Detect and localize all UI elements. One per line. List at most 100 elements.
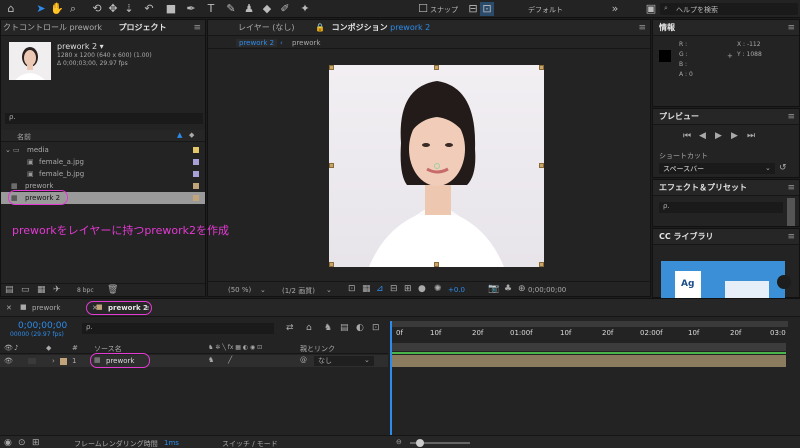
panel-menu-icon[interactable]: ≡ [787, 180, 795, 196]
new-composition-icon[interactable]: ▦ [37, 285, 46, 295]
bit-depth-label[interactable]: 8 bpc [77, 287, 94, 294]
trash-icon[interactable]: 🗑 [107, 285, 118, 295]
region-of-interest-icon[interactable]: ⊟ [390, 284, 398, 294]
libraries-title[interactable]: CC ライブラリ [659, 232, 714, 241]
preview-comp-name[interactable]: prework 2 ▾ [57, 42, 104, 51]
prev-frame-icon[interactable]: ◀ [699, 131, 706, 141]
table-row[interactable]: 👁 › 1 ▦ prework ♞ ╱ @ なし ⌄ [0, 353, 388, 368]
effects-search-input[interactable]: ρ. [659, 202, 783, 213]
panel-menu-icon[interactable]: ≡ [787, 109, 795, 125]
zoom-out-icon[interactable]: ⊖ [396, 438, 402, 446]
label-tag-icon[interactable]: ◆ [189, 131, 194, 139]
breadcrumb-item[interactable]: prework [292, 39, 320, 47]
transparency-grid-icon[interactable]: ▦ [362, 284, 371, 294]
graph-editor-icon[interactable]: ⊡ [372, 323, 380, 333]
adjustment-icon[interactable]: ✈ [53, 285, 61, 295]
pan-camera-icon[interactable]: ✥ [106, 2, 120, 16]
color-channel-icon[interactable]: ● [418, 284, 426, 294]
collapse-switch-icon[interactable]: ♞ [208, 356, 214, 364]
chevron-down-icon[interactable]: ⌄ [326, 286, 332, 294]
mask-visibility-icon[interactable]: ⊿ [376, 284, 384, 294]
snapshot-camera-icon[interactable]: 📷 [488, 284, 499, 294]
label-color-swatch[interactable] [193, 183, 199, 189]
roto-brush-icon[interactable]: ✐ [278, 2, 292, 16]
first-frame-icon[interactable]: ⏮ [683, 131, 691, 141]
transform-handle[interactable] [434, 65, 439, 70]
show-snapshot-icon[interactable]: ♣ [504, 284, 512, 294]
snap-options-icon[interactable]: ⊟ [466, 2, 480, 16]
rectangle-tool-icon[interactable]: ■ [164, 2, 178, 16]
transform-handle[interactable] [329, 163, 334, 168]
label-color-swatch[interactable] [193, 195, 199, 201]
fast-preview-icon[interactable]: ⊡ [348, 284, 356, 294]
type-tool-icon[interactable]: T [204, 2, 218, 16]
tab-effect-controls[interactable]: クトコントロール prework [3, 23, 102, 32]
eye-icon[interactable]: 👁 [4, 344, 13, 352]
list-item[interactable]: ▣ female_b.jpg [1, 168, 205, 180]
pen-tool-icon[interactable]: ✒ [184, 2, 198, 16]
transform-handle[interactable] [539, 65, 544, 70]
tab-composition-name[interactable]: prework 2 [390, 23, 430, 32]
shortcut-select[interactable]: スペースバー ⌄ [659, 163, 775, 174]
transform-handle[interactable] [329, 65, 334, 70]
home-icon[interactable]: ⌂ [4, 2, 18, 16]
exposure-icon[interactable]: ✺ [434, 284, 442, 294]
disclosure-triangle-icon[interactable]: › [52, 357, 55, 365]
draft-3d-icon[interactable]: ⌂ [306, 323, 312, 333]
reset-preview-icon[interactable]: ↺ [779, 163, 787, 173]
show-channel-icon[interactable]: ⊕ [518, 284, 526, 294]
visibility-eye-icon[interactable]: 👁 [4, 357, 13, 365]
lock-icon[interactable]: 🔒 [315, 23, 325, 32]
transform-handle[interactable] [329, 262, 334, 267]
next-frame-icon[interactable]: ▶ [731, 131, 738, 141]
comp-mini-flowchart-icon[interactable]: ⇄ [286, 323, 294, 333]
panel-menu-icon[interactable]: ≡ [787, 229, 795, 245]
play-icon[interactable]: ▶ [715, 131, 722, 141]
panel-menu-icon[interactable]: ≡ [787, 20, 795, 36]
snap-checkbox-icon[interactable]: ☐ [416, 2, 430, 16]
selection-tool-icon[interactable]: ➤ [34, 2, 48, 16]
layer-duration-bar[interactable] [390, 355, 786, 367]
zoom-select[interactable]: (50 %) [228, 286, 251, 294]
hand-tool-icon[interactable]: ✋ [50, 2, 64, 16]
last-frame-icon[interactable]: ⏭ [747, 131, 755, 141]
tab-composition[interactable]: コンポジション [332, 23, 388, 32]
grid-guides-icon[interactable]: ⊞ [404, 284, 412, 294]
solo-toggle[interactable] [28, 358, 36, 364]
in-out-icon[interactable]: ⊞ [32, 438, 40, 448]
pickwhip-icon[interactable]: @ [300, 356, 307, 364]
quality-switch-icon[interactable]: ╱ [228, 356, 232, 364]
motion-blur-icon[interactable]: ◐ [356, 323, 364, 333]
workspace-menu-icon[interactable]: » [608, 2, 622, 16]
user-avatar[interactable] [777, 275, 791, 289]
eraser-tool-icon[interactable]: ◆ [260, 2, 274, 16]
time-ruler[interactable]: 0f 10f 20f 01:00f 10f 20f 02:00f 10f 20f… [390, 327, 788, 341]
brush-tool-icon[interactable]: ✎ [224, 2, 238, 16]
interpret-footage-icon[interactable]: ▤ [5, 285, 14, 295]
tab-timeline-prework[interactable]: prework [32, 304, 60, 312]
transform-handle[interactable] [434, 262, 439, 267]
project-search-input[interactable]: ρ. [5, 113, 203, 124]
help-search-input[interactable]: ⌕ ヘルプを検索 [660, 3, 798, 15]
tab-project[interactable]: プロジェクト [119, 23, 167, 32]
list-item[interactable]: ▣ female_a.jpg [1, 156, 205, 168]
transfer-controls-icon[interactable]: ⊙ [18, 438, 26, 448]
puppet-pin-icon[interactable]: ✦ [298, 2, 312, 16]
clone-stamp-icon[interactable]: ♟ [242, 2, 256, 16]
exposure-value[interactable]: +0.0 [448, 286, 465, 294]
shy-layers-icon[interactable]: ♞ [324, 323, 332, 333]
snap-grid-icon[interactable]: ⊡ [480, 2, 494, 16]
effects-title[interactable]: エフェクト＆プリセット [659, 183, 747, 192]
breadcrumb-item[interactable]: prework 2 [236, 39, 278, 47]
chevron-down-icon[interactable]: ⌄ [260, 286, 266, 294]
layer-switches-icon[interactable]: ◉ [4, 438, 12, 448]
transform-handle[interactable] [539, 163, 544, 168]
preview-title[interactable]: プレビュー [659, 112, 699, 121]
panel-menu-icon[interactable]: ≡ [193, 20, 201, 36]
switches-modes-toggle[interactable]: スイッチ / モード [222, 439, 278, 448]
frame-blending-icon[interactable]: ▤ [340, 323, 349, 333]
resolution-select[interactable]: (1/2 画質) [282, 286, 315, 296]
workspace-label[interactable]: デフォルト [528, 5, 563, 15]
tab-layer[interactable]: レイヤー (なし) [238, 23, 295, 32]
info-title[interactable]: 情報 [659, 23, 675, 32]
